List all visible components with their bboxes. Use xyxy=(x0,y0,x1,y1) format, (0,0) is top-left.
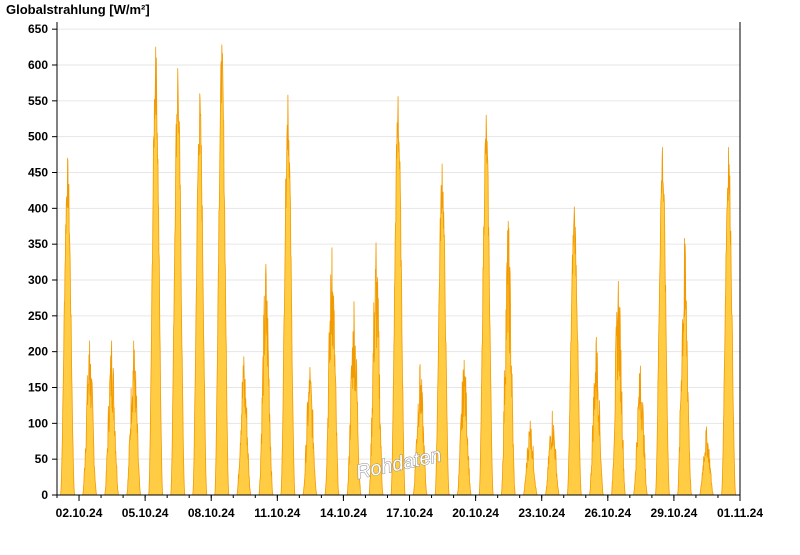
x-tick-label: 29.10.24 xyxy=(651,506,698,520)
day-area-16.10.24 xyxy=(390,96,406,496)
y-tick-label: 300 xyxy=(28,273,48,287)
day-area-06.10.24 xyxy=(170,68,186,496)
y-tick-label: 0 xyxy=(41,488,48,502)
day-area-03.10.24 xyxy=(104,340,120,496)
y-tick-label: 600 xyxy=(28,58,48,72)
day-area-07.10.24 xyxy=(192,93,208,496)
y-tick-label: 550 xyxy=(28,94,48,108)
day-area-31.10.24 xyxy=(721,147,736,496)
day-area-02.10.24 xyxy=(82,340,98,496)
chart-container: Globalstrahlung [W/m²] 0 50 100 150 200 250 30… xyxy=(0,0,800,550)
day-area-11.10.24 xyxy=(280,94,296,496)
y-tick-label: 150 xyxy=(28,381,48,395)
day-area-27.10.24 xyxy=(632,365,648,496)
day-area-04.10.24 xyxy=(126,340,142,496)
y-tick-label: 350 xyxy=(28,237,48,251)
day-area-17.10.24 xyxy=(412,364,428,496)
area-layer xyxy=(60,44,736,496)
day-area-24.10.24 xyxy=(566,206,582,496)
day-area-22.10.24 xyxy=(522,420,538,496)
y-tick-label: 100 xyxy=(28,416,48,430)
day-area-28.10.24 xyxy=(655,147,670,496)
day-area-19.10.24 xyxy=(456,359,472,496)
x-tick-label: 23.10.24 xyxy=(518,506,565,520)
day-area-09.10.24 xyxy=(236,356,252,496)
day-area-25.10.24 xyxy=(588,336,604,496)
day-area-30.10.24 xyxy=(699,426,714,496)
y-tick-label: 450 xyxy=(28,166,48,180)
y-tick-label: 650 xyxy=(28,22,48,36)
x-tick-label: 17.10.24 xyxy=(386,506,433,520)
y-tick-label: 50 xyxy=(35,452,49,466)
x-tick-label: 11.10.24 xyxy=(254,506,300,520)
day-area-13.10.24 xyxy=(324,247,340,496)
y-axis-label: Globalstrahlung [W/m²] xyxy=(6,2,150,17)
y-tick-label: 400 xyxy=(28,201,48,215)
x-tick-label: 14.10.24 xyxy=(320,506,367,520)
day-area-08.10.24 xyxy=(214,44,230,496)
day-area-05.10.24 xyxy=(148,46,164,496)
x-tick-label: 02.10.24 xyxy=(56,506,103,520)
chart-svg: Globalstrahlung [W/m²] 0 50 100 150 200 250 30… xyxy=(6,2,763,520)
x-tick-label: 08.10.24 xyxy=(188,506,235,520)
x-tick-label: 05.10.24 xyxy=(122,506,169,520)
day-area-26.10.24 xyxy=(610,281,626,496)
y-tick-label: 250 xyxy=(28,309,48,323)
day-area-21.10.24 xyxy=(500,220,516,496)
x-tick-label: 20.10.24 xyxy=(452,506,499,520)
day-area-12.10.24 xyxy=(302,367,318,496)
y-tick-label: 500 xyxy=(28,130,48,144)
x-tick-label: 26.10.24 xyxy=(584,506,631,520)
y-tick-label: 200 xyxy=(28,345,48,359)
x-tick-label: 01.11.24 xyxy=(717,506,763,520)
day-area-10.10.24 xyxy=(258,263,274,496)
day-area-29.10.24 xyxy=(677,238,692,496)
